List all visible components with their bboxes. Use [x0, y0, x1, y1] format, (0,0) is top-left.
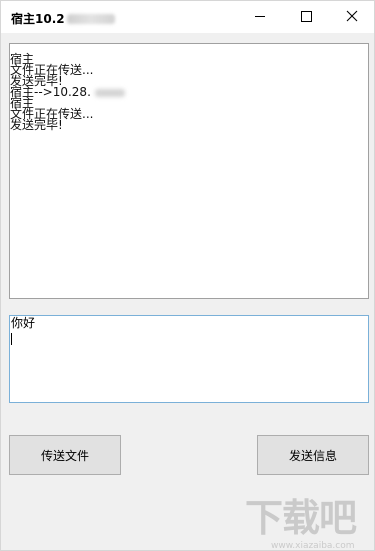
- message-input-value: 你好: [11, 316, 36, 330]
- log-line: 发送完毕!: [10, 118, 63, 132]
- send-file-button[interactable]: 传送文件: [9, 435, 121, 475]
- watermark-logo: 下载吧 www.xiazaiba.com: [241, 481, 371, 551]
- log-line: 文件正在传送...: [10, 63, 94, 77]
- chat-log[interactable]: 宿主 文件正在传送... 发送完毕! 宿主-->10.28. 宿主 文件正在传送…: [9, 43, 369, 299]
- watermark-text: 下载吧: [245, 496, 357, 540]
- window-title-text: 宿主10.2: [11, 12, 65, 26]
- maximize-icon: [300, 10, 312, 22]
- maximize-button[interactable]: [283, 1, 329, 31]
- window-title: 宿主10.2: [11, 10, 115, 27]
- log-line: 文件正在传送...: [10, 107, 94, 121]
- redacted-ip: [94, 89, 125, 97]
- title-bar[interactable]: 宿主10.2: [1, 1, 374, 33]
- log-line-with-ip: 宿主-->10.28.: [10, 86, 368, 98]
- message-input[interactable]: 你好: [9, 315, 369, 403]
- send-message-button[interactable]: 发送信息: [257, 435, 369, 475]
- app-window: 宿主10.2 宿主 文件正在传送... 发送完毕! 宿主-->10.28. 宿主…: [0, 0, 375, 551]
- redacted-ip: [66, 14, 115, 24]
- watermark-url: www.xiazaiba.com: [271, 541, 355, 551]
- minimize-icon: [255, 15, 265, 17]
- close-icon: [346, 10, 358, 22]
- close-button[interactable]: [329, 1, 375, 31]
- text-caret: [11, 333, 12, 345]
- minimize-button[interactable]: [237, 1, 283, 31]
